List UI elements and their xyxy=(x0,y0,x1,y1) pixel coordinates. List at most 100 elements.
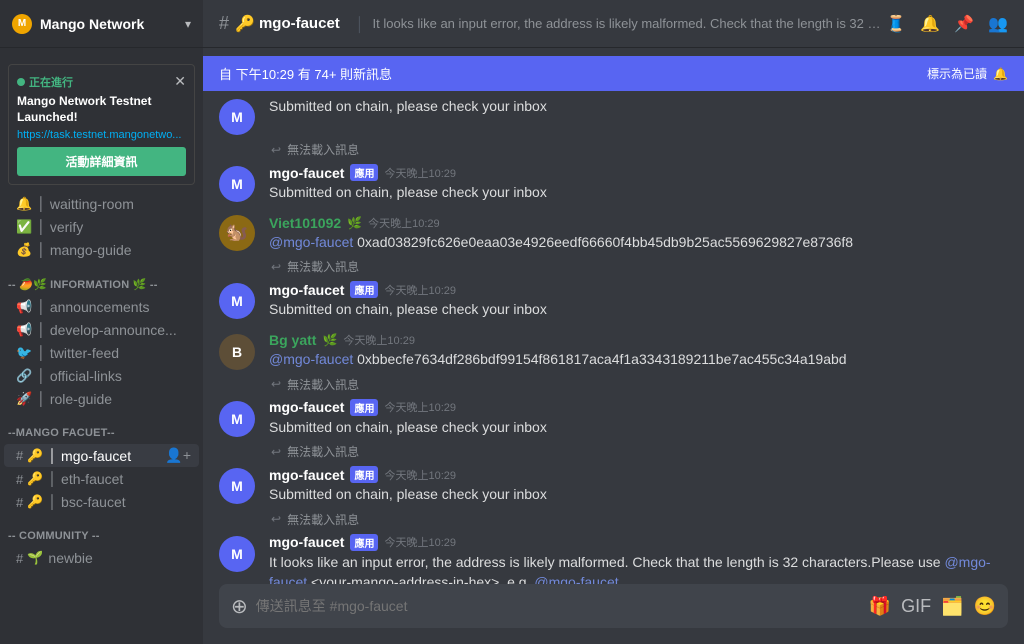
main-content: # 🔑 mgo-faucet │ It looks like an input … xyxy=(203,0,1024,644)
channel-item-mgo-faucet[interactable]: # 🔑 │ mgo-faucet 👤+ xyxy=(4,444,199,467)
activity-banner: 正在進行 ✕ Mango Network Testnet Launched! h… xyxy=(8,64,195,185)
message-group-4: B Bg yatt 🌿 今天晚上10:29 @mgo-faucet 0xbbec… xyxy=(203,328,1024,374)
category-faucet: --MANGO FACUET-- xyxy=(0,411,203,443)
develop-icon: 📢 xyxy=(16,322,32,338)
cannot-load-7: ↩ 無法載入訊息 xyxy=(203,509,1024,530)
newbie-icon: 🌱 xyxy=(27,550,43,566)
eth-key-icon: 🔑 xyxy=(27,471,43,487)
activity-close-button[interactable]: ✕ xyxy=(174,73,186,90)
channel-item-waitting-room[interactable]: 🔔 │ waitting-room xyxy=(4,193,199,215)
msg-bot-badge-7: 應用 xyxy=(350,534,378,551)
sidebar-content: 正在進行 ✕ Mango Network Testnet Launched! h… xyxy=(0,48,203,644)
msg-time-6: 今天晚上10:29 xyxy=(384,467,456,483)
msg-header-7: mgo-faucet 應用 今天晚上10:29 xyxy=(269,534,1008,551)
notification-bar[interactable]: 自 下午10:29 有 74+ 則新訊息 標示為已讀 🔔 xyxy=(203,56,1024,91)
msg-username-1: mgo-faucet xyxy=(269,165,344,181)
server-header[interactable]: M Mango Network ▾ xyxy=(0,0,203,48)
msg-time-1: 今天晚上10:29 xyxy=(384,165,456,181)
hash-icon-action[interactable]: 🧵 xyxy=(886,14,906,34)
msg-header-1: mgo-faucet 應用 今天晚上10:29 xyxy=(269,164,1008,181)
bell-icon: 🔔 xyxy=(16,196,32,212)
cannot-load-3: ↩ 無法載入訊息 xyxy=(203,256,1024,277)
msg-header-2: Viet101092 🌿 今天晚上10:29 xyxy=(269,215,1008,231)
message-content-1: mgo-faucet 應用 今天晚上10:29 Submitted on cha… xyxy=(269,164,1008,203)
verify-icon: ✅ xyxy=(16,219,32,235)
message-content-3: mgo-faucet 應用 今天晚上10:29 Submitted on cha… xyxy=(269,281,1008,320)
msg-bot-badge-5: 應用 xyxy=(350,399,378,416)
mark-read-label: 標示為已讀 xyxy=(927,65,987,82)
channel-item-announcements[interactable]: 📢 │ announcements xyxy=(4,296,199,318)
msg-time-4: 今天晚上10:29 xyxy=(343,332,415,348)
pin-icon[interactable]: 📌 xyxy=(954,14,974,34)
channel-item-twitter-feed[interactable]: 🐦 │ twitter-feed xyxy=(4,342,199,364)
activity-link[interactable]: https://task.testnet.mangonetwo... xyxy=(17,129,186,141)
msg-time-7: 今天晚上10:29 xyxy=(384,534,456,550)
header-channel-name: mgo-faucet xyxy=(259,15,340,32)
chevron-down-icon: ▾ xyxy=(185,17,191,31)
msg-header-4: Bg yatt 🌿 今天晚上10:29 xyxy=(269,332,1008,348)
message-content-4: Bg yatt 🌿 今天晚上10:29 @mgo-faucet 0xbbecfe… xyxy=(269,332,1008,370)
channel-item-verify[interactable]: ✅ │ verify xyxy=(4,216,199,238)
header-description: It looks like an input error, the addres… xyxy=(373,16,887,31)
notification-text: 自 下午10:29 有 74+ 則新訊息 xyxy=(219,64,392,83)
message-group-2: 🐿️ Viet101092 🌿 今天晚上10:29 @mgo-faucet 0x… xyxy=(203,211,1024,257)
channel-item-official-links[interactable]: 🔗 │ official-links xyxy=(4,365,199,387)
msg-header-3: mgo-faucet 應用 今天晚上10:29 xyxy=(269,281,1008,298)
mark-read-icon: 🔔 xyxy=(993,67,1008,81)
msg-text-6: Submitted on chain, please check your in… xyxy=(269,485,1008,505)
message-content-6: mgo-faucet 應用 今天晚上10:29 Submitted on cha… xyxy=(269,466,1008,505)
bell-mute-icon[interactable]: 🔔 xyxy=(920,14,940,34)
channel-item-eth-faucet[interactable]: # 🔑 │ eth-faucet xyxy=(4,468,199,490)
cannot-load-5: ↩ 無法載入訊息 xyxy=(203,374,1024,395)
channel-item-bsc-faucet[interactable]: # 🔑 │ bsc-faucet xyxy=(4,491,199,513)
message-group-3: M mgo-faucet 應用 今天晚上10:29 Submitted on c… xyxy=(203,277,1024,324)
mark-read-button[interactable]: 標示為已讀 🔔 xyxy=(927,65,1008,82)
cannot-load-1: ↩ 無法載入訊息 xyxy=(203,139,1024,160)
avatar-bot-1: M xyxy=(219,166,255,202)
msg-time-3: 今天晚上10:29 xyxy=(384,282,456,298)
channel-item-role-guide[interactable]: 🚀 │ role-guide xyxy=(4,388,199,410)
avatar-bot-7: M xyxy=(219,536,255,572)
msg-text-0: Submitted on chain, please check your in… xyxy=(269,97,1008,117)
gif-icon[interactable]: GIF xyxy=(901,596,931,617)
avatar-bot-5: M xyxy=(219,401,255,437)
msg-bot-badge-1: 應用 xyxy=(350,164,378,181)
activity-title: Mango Network Testnet Launched! xyxy=(17,94,186,125)
header-actions: 🧵 🔔 📌 👥 xyxy=(886,14,1008,34)
gift-icon[interactable]: 🎁 xyxy=(869,596,891,617)
msg-username-5: mgo-faucet xyxy=(269,399,344,415)
bsc-key-icon: 🔑 xyxy=(27,494,43,510)
message-group-5: M mgo-faucet 應用 今天晚上10:29 Submitted on c… xyxy=(203,395,1024,442)
message-content-0: Submitted on chain, please check your in… xyxy=(269,97,1008,135)
server-icon: M xyxy=(12,14,32,34)
members-icon[interactable]: 👥 xyxy=(988,14,1008,34)
msg-username-4: Bg yatt xyxy=(269,332,316,348)
msg-username-3: mgo-faucet xyxy=(269,282,344,298)
channel-item-mango-guide[interactable]: 💰 │ mango-guide xyxy=(4,239,199,261)
attach-icon[interactable]: ⊕ xyxy=(231,594,248,619)
message-content-2: Viet101092 🌿 今天晚上10:29 @mgo-faucet 0xad0… xyxy=(269,215,1008,253)
add-member-icon[interactable]: 👤+ xyxy=(165,447,191,464)
channel-item-newbie[interactable]: # 🌱 newbie xyxy=(4,547,199,569)
message-content-7: mgo-faucet 應用 今天晚上10:29 It looks like an… xyxy=(269,534,1008,584)
message-group-6: M mgo-faucet 應用 今天晚上10:29 Submitted on c… xyxy=(203,462,1024,509)
msg-time-2: 今天晚上10:29 xyxy=(368,215,440,231)
sticker-icon[interactable]: 🗂️ xyxy=(941,596,963,617)
msg-text-2: @mgo-faucet 0xad03829fc626e0eaa03e4926ee… xyxy=(269,233,1008,253)
message-input-box: ⊕ 🎁 GIF 🗂️ 😊 xyxy=(219,584,1008,628)
avatar-bg-yatt: B xyxy=(219,334,255,370)
msg-text-1: Submitted on chain, please check your in… xyxy=(269,183,1008,203)
message-group-7: M mgo-faucet 應用 今天晚上10:29 It looks like … xyxy=(203,530,1024,584)
online-dot-2: 🌿 xyxy=(347,216,362,230)
channel-item-develop-announce[interactable]: 📢 │ develop-announce... xyxy=(4,319,199,341)
link-icon: 🔗 xyxy=(16,368,32,384)
money-icon: 💰 xyxy=(16,242,32,258)
message-input[interactable] xyxy=(256,598,869,614)
key-header-icon: 🔑 xyxy=(235,14,255,34)
msg-text-3: Submitted on chain, please check your in… xyxy=(269,300,1008,320)
category-community: -- COMMUNITY -- xyxy=(0,514,203,546)
activity-detail-button[interactable]: 活動詳細資訊 xyxy=(17,147,186,176)
emoji-icon[interactable]: 😊 xyxy=(974,596,996,617)
msg-text-7: It looks like an input error, the addres… xyxy=(269,553,1008,584)
server-name: Mango Network xyxy=(40,16,185,32)
